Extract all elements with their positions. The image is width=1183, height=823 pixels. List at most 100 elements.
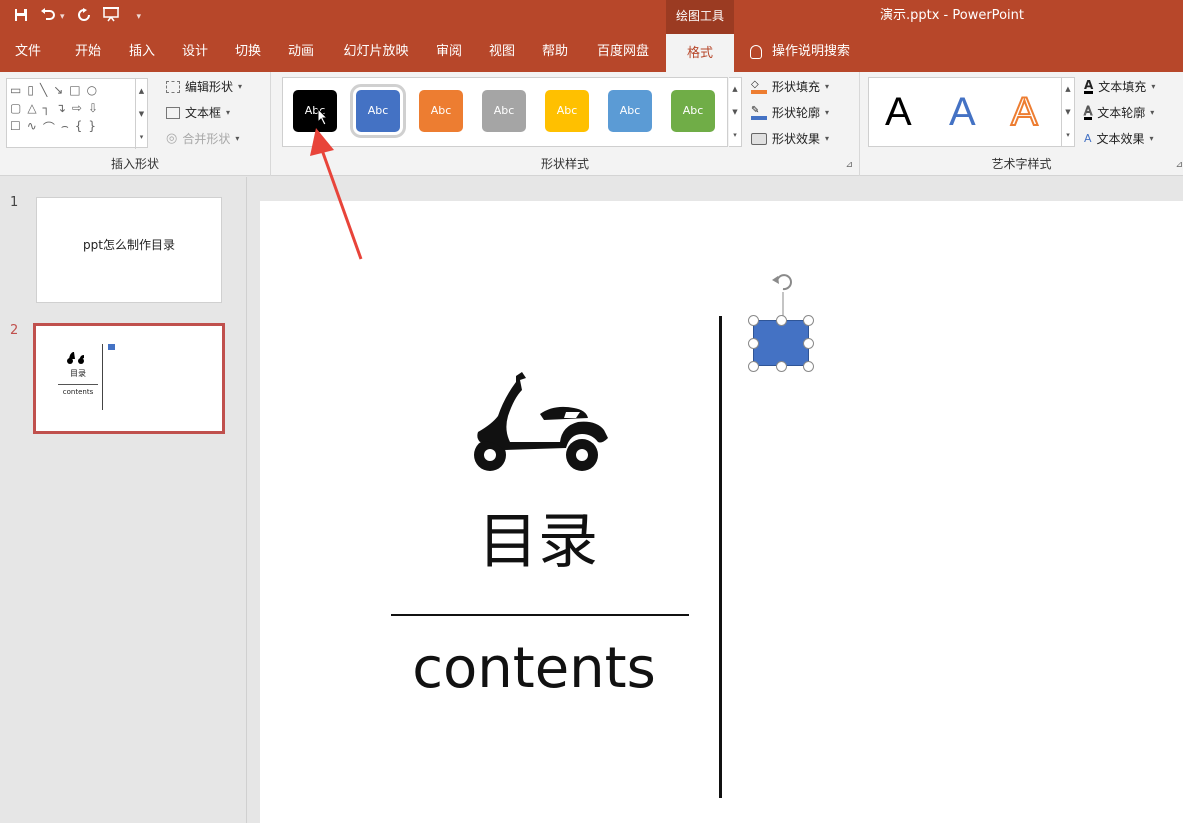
right-arrow-shape-icon[interactable]: ⇨ <box>72 101 82 115</box>
resize-handle-bottom-left[interactable] <box>748 361 759 372</box>
resize-handle-left[interactable] <box>748 338 759 349</box>
wordart-style-blue[interactable]: A <box>949 90 976 135</box>
down-arrow-shape-icon[interactable]: ⇩ <box>88 101 98 115</box>
oval-shape-icon[interactable]: ○ <box>87 83 97 97</box>
scroll-down-icon[interactable]: ▼ <box>732 108 737 116</box>
merge-shapes-button[interactable]: ◎ 合并形状 ▾ <box>166 130 239 147</box>
title-bar: ▾ ▾ 绘图工具 演示.pptx - PowerPoint <box>0 0 1183 34</box>
slide-title[interactable]: 目录 <box>420 506 656 578</box>
shape-fill-button[interactable]: ◇ 形状填充 ▾ <box>751 78 829 95</box>
rounded-rect-shape-icon[interactable]: ▢ <box>10 101 21 115</box>
right-brace-shape-icon[interactable]: } <box>88 119 96 136</box>
shape-style-swatch-green[interactable]: Abc <box>671 90 715 132</box>
lightbulb-icon <box>750 45 762 59</box>
elbow-arrow-shape-icon[interactable]: ↴ <box>56 101 66 115</box>
gallery-more-icon[interactable]: ▾ <box>140 133 144 141</box>
slide-vertical-line[interactable] <box>719 316 722 798</box>
tab-review[interactable]: 审阅 <box>427 34 471 72</box>
merge-shapes-icon: ◎ <box>166 131 178 146</box>
tell-me-search[interactable]: 操作说明搜索 <box>750 34 850 70</box>
freeform-shape-icon[interactable]: ☐ <box>10 119 21 136</box>
undo-icon[interactable] <box>40 7 56 27</box>
shape-effects-button[interactable]: 形状效果 ▾ <box>751 130 829 147</box>
slide-thumbnail-2[interactable]: 目录 contents <box>33 323 225 434</box>
tab-home[interactable]: 开始 <box>66 34 110 72</box>
thumbnail-title: 目录 <box>70 369 86 378</box>
shape-style-swatch-gold[interactable]: Abc <box>545 90 589 132</box>
left-brace-shape-icon[interactable]: { <box>75 119 83 136</box>
resize-handle-top-left[interactable] <box>748 315 759 326</box>
resize-handle-top[interactable] <box>776 315 787 326</box>
resize-handle-bottom-right[interactable] <box>803 361 814 372</box>
rectangle-shape-icon[interactable]: □ <box>69 83 80 97</box>
wordart-style-orange-outline[interactable]: A <box>1010 89 1039 135</box>
shape-style-swatch-orange[interactable]: Abc <box>419 90 463 132</box>
scroll-up-icon[interactable]: ▲ <box>139 87 144 95</box>
wordart-style-black[interactable]: A <box>885 90 912 135</box>
slide-subtitle[interactable]: contents <box>392 636 676 702</box>
undo-dropdown-icon[interactable]: ▾ <box>60 7 65 27</box>
scroll-down-icon[interactable]: ▼ <box>139 110 144 118</box>
shapes-gallery[interactable]: ▭ ▯ ╲ ↘ □ ○ ▢ △ ┐ ↴ ⇨ ⇩ ☐ ∿ ⌒ ⌢ { } ▲ ▼ … <box>6 78 148 149</box>
redo-icon[interactable] <box>77 7 91 27</box>
dialog-launcher-icon[interactable]: ⊿ <box>845 160 853 170</box>
rotate-handle-icon[interactable] <box>768 268 798 322</box>
arc-shape-icon[interactable]: ⌒ <box>43 119 55 136</box>
edit-shape-label: 编辑形状 <box>185 80 234 94</box>
textbox-shape-icon[interactable]: ▭ <box>10 83 21 97</box>
text-box-button[interactable]: 文本框 ▾ <box>166 104 230 121</box>
tab-baidu-netdisk[interactable]: 百度网盘 <box>588 34 658 72</box>
triangle-shape-icon[interactable]: △ <box>27 101 36 115</box>
tab-help[interactable]: 帮助 <box>533 34 577 72</box>
gallery-more-icon[interactable]: ▾ <box>1066 131 1070 139</box>
shape-styles-gallery-scroll[interactable]: ▲ ▼ ▾ <box>729 77 742 147</box>
insert-shapes-group-label: 插入形状 <box>110 157 159 171</box>
resize-handle-top-right[interactable] <box>803 315 814 326</box>
text-effects-button[interactable]: A 文本效果 ▾ <box>1084 130 1154 147</box>
shape-style-swatch-light-blue[interactable]: Abc <box>608 90 652 132</box>
customize-qat-icon[interactable]: ▾ <box>137 7 142 27</box>
arrow-line-shape-icon[interactable]: ↘ <box>53 83 63 97</box>
document-title: 演示.pptx - PowerPoint <box>880 8 1024 23</box>
tab-design[interactable]: 设计 <box>173 34 217 72</box>
tab-animations[interactable]: 动画 <box>279 34 323 72</box>
chevron-down-icon: ▾ <box>238 82 243 91</box>
wordart-gallery-scroll[interactable]: ▲ ▼ ▾ <box>1062 77 1075 147</box>
gallery-more-icon[interactable]: ▾ <box>733 131 737 139</box>
wordart-gallery[interactable]: A A A <box>868 77 1062 147</box>
elbow-connector-shape-icon[interactable]: ┐ <box>43 101 50 115</box>
presentation-start-icon[interactable] <box>102 6 119 27</box>
shape-style-swatch-gray[interactable]: Abc <box>482 90 526 132</box>
resize-handle-bottom[interactable] <box>776 361 787 372</box>
dialog-launcher-icon[interactable]: ⊿ <box>1175 160 1183 170</box>
tab-slideshow[interactable]: 幻灯片放映 <box>332 34 420 72</box>
text-outline-button[interactable]: A 文本轮廓 ▾ <box>1083 104 1154 121</box>
chevron-down-icon: ▾ <box>1149 134 1154 143</box>
vertical-textbox-shape-icon[interactable]: ▯ <box>27 83 34 97</box>
slide-divider-line[interactable] <box>391 614 689 616</box>
scroll-up-icon[interactable]: ▲ <box>732 85 737 93</box>
slide-thumbnails-pane: 1 ppt怎么制作目录 2 目录 contents <box>0 177 247 823</box>
curve-shape-icon[interactable]: ⌢ <box>61 119 69 136</box>
edit-shape-button[interactable]: 编辑形状 ▾ <box>166 78 242 95</box>
shape-effects-icon <box>751 132 767 145</box>
scroll-up-icon[interactable]: ▲ <box>1065 85 1070 93</box>
shapes-gallery-scroll[interactable]: ▲ ▼ ▾ <box>135 79 147 149</box>
chevron-down-icon: ▾ <box>825 82 830 91</box>
selected-shape[interactable] <box>753 320 809 366</box>
tab-view[interactable]: 视图 <box>480 34 524 72</box>
tab-transitions[interactable]: 切换 <box>226 34 270 72</box>
text-outline-label: 文本轮廓 <box>1097 106 1146 120</box>
text-fill-button[interactable]: A 文本填充 ▾ <box>1084 78 1155 95</box>
edit-shape-icon <box>166 80 180 93</box>
tab-insert[interactable]: 插入 <box>120 34 164 72</box>
tab-file[interactable]: 文件 <box>6 34 50 72</box>
tab-format[interactable]: 格式 <box>666 34 734 72</box>
scroll-down-icon[interactable]: ▼ <box>1065 108 1070 116</box>
slide-thumbnail-1[interactable]: ppt怎么制作目录 <box>36 197 222 303</box>
line-shape-icon[interactable]: ╲ <box>40 83 47 97</box>
resize-handle-right[interactable] <box>803 338 814 349</box>
shape-outline-button[interactable]: ✎ 形状轮廓 ▾ <box>751 104 829 121</box>
save-icon[interactable] <box>14 7 28 27</box>
scribble-shape-icon[interactable]: ∿ <box>27 119 37 136</box>
